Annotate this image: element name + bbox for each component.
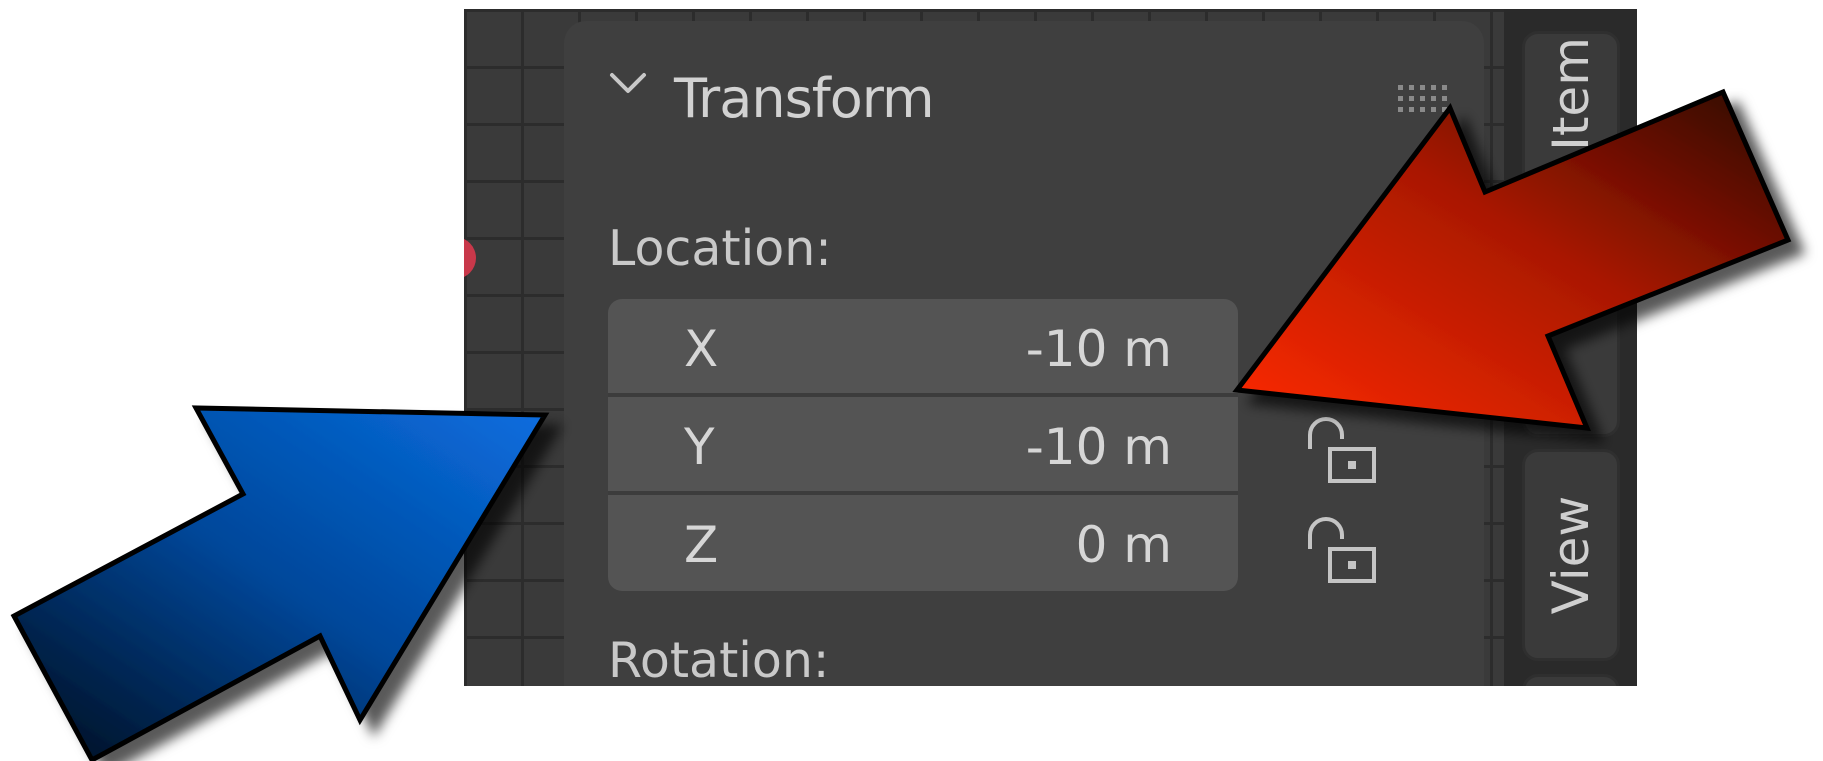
tab-item-label: Item xyxy=(1542,37,1600,151)
panel-title: Transform xyxy=(674,67,935,130)
field-axis-label: Y xyxy=(684,418,715,476)
tab-view[interactable]: View xyxy=(1522,449,1620,661)
chevron-down-icon[interactable] xyxy=(606,61,650,105)
tab-view-label: View xyxy=(1542,495,1600,615)
unlocked-padlock-icon[interactable] xyxy=(1302,509,1382,587)
location-x-field[interactable]: X -10 m xyxy=(608,299,1238,393)
field-axis-label: X xyxy=(684,320,719,378)
unlocked-padlock-icon[interactable] xyxy=(1302,409,1382,487)
location-z-field[interactable]: Z 0 m xyxy=(608,495,1238,589)
tab-item[interactable]: Item xyxy=(1522,31,1620,437)
transform-panel: Transform Location: X -10 m Y -10 m Z 0 … xyxy=(564,21,1484,686)
transform-panel-header[interactable]: Transform xyxy=(564,21,1484,151)
field-axis-label: Z xyxy=(684,516,719,574)
viewport-red-marker xyxy=(464,237,476,279)
3d-viewport[interactable]: Transform Location: X -10 m Y -10 m Z 0 … xyxy=(464,9,1637,686)
drag-grip-icon[interactable] xyxy=(1396,81,1452,115)
field-value: 0 m xyxy=(1075,516,1172,574)
rotation-label: Rotation: xyxy=(608,632,830,687)
location-fields: X -10 m Y -10 m Z 0 m xyxy=(608,299,1238,591)
location-y-field[interactable]: Y -10 m xyxy=(608,397,1238,491)
tab-additional[interactable] xyxy=(1522,674,1620,686)
field-value: -10 m xyxy=(1025,418,1172,476)
location-label: Location: xyxy=(608,220,832,277)
field-value: -10 m xyxy=(1025,320,1172,378)
sidebar-tabs: Item View xyxy=(1504,9,1637,686)
